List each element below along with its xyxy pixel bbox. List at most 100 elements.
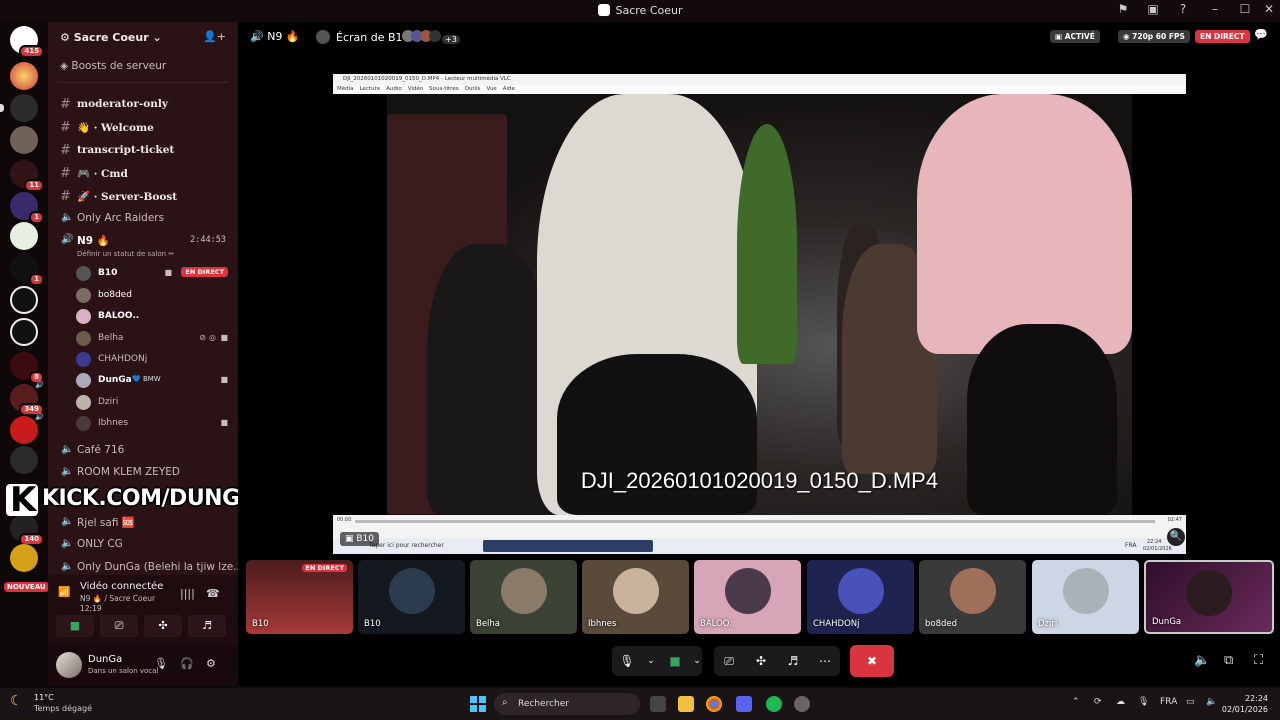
participant-tile[interactable]: Ibhnes [582,560,689,634]
channel-cmd[interactable]: # 🎮 · Cmd [58,163,230,183]
participant-tile[interactable]: CHAHDONj [807,560,914,634]
signal-icon[interactable]: 📶 [58,587,70,598]
participant-tile[interactable]: Dziri [1032,560,1139,634]
participant-tile[interactable]: BALOO.. [694,560,801,634]
server-name[interactable]: ⚙ Sacre Coeur ⌄ [60,31,162,44]
server-icon[interactable]: 🔊 [10,413,44,444]
new-badge[interactable]: NOUVEAU [4,582,49,592]
server-icon[interactable]: 415 [10,26,44,58]
windows-start-icon[interactable] [470,696,486,712]
participant-tile[interactable]: EN DIRECT B10 [246,560,353,634]
server-icon[interactable]: 1 [10,192,44,224]
fullscreen-icon[interactable]: ⛶ [1254,653,1263,668]
inbox-icon[interactable]: ⚑ [1112,2,1134,16]
spotify-icon[interactable] [766,696,782,712]
server-icon[interactable] [10,318,38,346]
voice-user[interactable]: DunGa 💙 BMW ■ [76,370,228,390]
microphone-icon[interactable]: 🎙 [1138,697,1149,707]
participant-tile[interactable]: Belha [470,560,577,634]
add-user-icon[interactable]: 👤+ [203,30,226,43]
stream-title[interactable]: Écran de B10 [316,30,410,44]
server-icon[interactable] [0,94,38,122]
more-button[interactable]: ⋯ [810,646,840,676]
voice-user[interactable]: bo8ded [76,285,228,305]
noise-suppression-icon[interactable]: |||| [180,587,195,600]
participant-tile-selected[interactable]: DunGa [1144,560,1274,634]
soundboard-button[interactable]: ♬ [778,646,808,676]
voice-channel[interactable]: 🔈 Only DunGa (Belehi la tjiw lze... [58,557,243,577]
seek-bar[interactable] [355,520,1155,523]
zoom-icon[interactable]: 🔍 [1167,528,1185,546]
discord-icon[interactable] [736,696,752,712]
activity-pill[interactable]: ▣ ACTIVÉ [1050,30,1100,43]
server-icon[interactable]: 11 [10,160,44,192]
chevron-up-icon[interactable]: ⌃ [1072,697,1080,707]
taskbar-search[interactable]: ⌕ Rechercher [494,693,640,715]
channel-welcome[interactable]: # 👋 · Welcome [58,117,230,137]
maximize-button[interactable]: ☐ [1234,2,1256,16]
sync-icon[interactable]: ⟳ [1094,697,1102,707]
file-explorer-icon[interactable] [678,696,694,712]
server-icon[interactable] [10,62,38,90]
screen-share-button[interactable]: ⎚ [714,646,744,676]
camera-button[interactable]: ■ [56,615,94,637]
close-button[interactable]: ✕ [1258,2,1280,16]
participant-tile[interactable]: bo8ded [919,560,1026,634]
volume-icon[interactable]: 🔈 [1206,697,1217,707]
activities-button[interactable]: ✣ [746,646,776,676]
voice-user[interactable]: B10 ■ EN DIRECT [76,263,228,283]
disconnect-icon[interactable]: ☎ [206,587,220,600]
network-icon[interactable]: ▭ [1186,697,1195,707]
screen-icon[interactable]: ▣ [1142,2,1164,16]
voice-user[interactable]: CHAHDONj [76,349,228,369]
clock[interactable]: 22:24 02/01/2026 [1222,693,1268,715]
voice-channel[interactable]: 🔈 ONLY CG [58,534,230,554]
settings-icon[interactable]: ⚙ [206,657,216,670]
voice-user[interactable]: Ibhnes ■ [76,413,228,433]
minimize-button[interactable]: – [1204,2,1226,16]
server-icon[interactable] [10,446,38,474]
voice-channel[interactable]: 🔈 ROOM KLEM ZEYED [58,462,230,482]
popout-icon[interactable]: ⧉ [1224,653,1233,668]
language-indicator[interactable]: FRA [1160,697,1177,707]
channel-server-boost[interactable]: # 🚀 · Server-Boost [58,186,230,206]
channel-moderator-only[interactable]: # moderator-only [58,94,230,114]
microphone-icon[interactable]: 🎙 [154,657,168,670]
shared-screen[interactable]: DJI_20260101020019_0150_D.MP4 - Lecteur … [333,74,1186,554]
server-icon[interactable]: 8 [10,352,44,384]
server-icon[interactable] [10,286,38,314]
voice-user[interactable]: Belha ⊘ ◎ ■ [76,328,228,348]
screen-share-button[interactable]: ⎚ [100,615,138,637]
camera-options-button[interactable]: ⌄ [682,646,712,676]
server-icon[interactable] [10,544,38,572]
soundboard-button[interactable]: ♬ [188,615,226,637]
quality-pill[interactable]: ◉ 720p 60 FPS [1118,30,1190,43]
server-icon[interactable] [10,222,38,250]
set-status-link[interactable]: Définir un statut de salon ✏ [77,250,174,258]
avatar[interactable] [56,652,82,678]
channel-only-arc-raiders[interactable]: 🔈 Only Arc Raiders [58,208,230,228]
headphones-icon[interactable]: 🎧 [180,657,194,670]
participant-tile[interactable]: B10 [358,560,465,634]
voice-channel-n9[interactable]: 🔊 N9 🔥 2:44:53 Définir un statut de salo… [58,230,232,262]
volume-icon[interactable]: 🔈 [1194,653,1210,668]
chrome-icon[interactable] [706,696,722,712]
server-icon[interactable]: 🔊 349 [10,381,44,416]
server-icon[interactable]: 1 [10,254,44,286]
task-view-icon[interactable] [650,696,666,712]
moon-icon[interactable]: ☾ [10,693,23,709]
voice-channel[interactable]: 🔈 Café 716 [58,440,230,460]
leave-call-button[interactable]: ✖ [850,645,894,677]
voice-user[interactable]: Dziri [76,392,228,412]
cloud-icon[interactable]: ☁ [1116,697,1125,707]
viewer-avatars[interactable]: +3 [402,30,460,45]
server-header[interactable]: ⚙ Sacre Coeur ⌄ 👤+ [48,22,238,52]
server-icon[interactable] [10,126,38,154]
help-icon[interactable]: ? [1172,2,1194,16]
boosts-link[interactable]: ◈ Boosts de serveur [60,60,166,72]
voice-user[interactable]: BALOO.. [76,306,228,326]
chat-icon[interactable]: 💬 [1254,28,1268,41]
activities-button[interactable]: ✣ [144,615,182,637]
app-icon[interactable] [794,696,810,712]
channel-transcript-ticket[interactable]: # transcript-ticket [58,140,230,160]
